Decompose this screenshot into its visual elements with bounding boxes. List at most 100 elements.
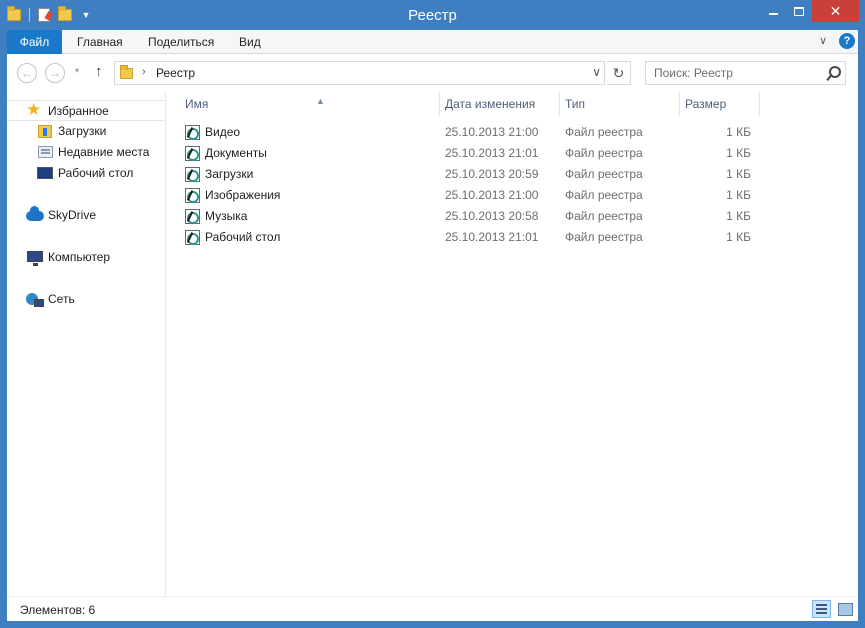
registry-file-icon xyxy=(185,146,200,161)
file-size: 1 КБ xyxy=(726,146,751,160)
column-header-date[interactable]: Дата изменения xyxy=(439,92,559,116)
breadcrumb-chevron-icon[interactable]: › xyxy=(142,66,146,78)
file-name: Видео xyxy=(205,125,241,139)
refresh-button[interactable]: ↻ xyxy=(607,61,631,85)
file-name: Рабочий стол xyxy=(205,230,281,244)
maximize-icon xyxy=(794,6,804,16)
nav-item-label: Недавние места xyxy=(58,145,150,159)
nav-item-label: Сеть xyxy=(48,292,75,306)
nav-item-skydrive[interactable]: SkyDrive xyxy=(7,205,165,226)
nav-item-label: Рабочий стол xyxy=(58,166,134,180)
minimize-icon xyxy=(768,13,778,15)
nav-item-label: Компьютер xyxy=(48,250,111,264)
search-icon[interactable] xyxy=(827,66,841,80)
folder-icon xyxy=(120,65,133,79)
status-bar: Элементов: 6 xyxy=(7,596,858,621)
sort-ascending-icon: ▲ xyxy=(316,96,325,106)
item-count: Элементов: 6 xyxy=(20,603,96,617)
registry-file-icon xyxy=(185,167,200,182)
file-size: 1 КБ xyxy=(726,188,751,202)
recent-places-icon xyxy=(38,146,53,158)
nav-item-label: SkyDrive xyxy=(48,208,97,222)
recent-locations-icon[interactable]: ▾ xyxy=(75,66,79,75)
file-list: Имя ▲ Дата изменения Тип Размер Видео 25… xyxy=(167,92,858,596)
table-row[interactable]: Документы 25.10.2013 21:01 Файл реестра … xyxy=(167,143,767,164)
navigation-bar: ← → ▾ ↑ › Реестр ∨ ↻ xyxy=(7,54,858,92)
registry-file-icon xyxy=(185,230,200,245)
table-row[interactable]: Видео 25.10.2013 21:00 Файл реестра 1 КБ xyxy=(167,122,767,143)
file-name: Загрузки xyxy=(205,167,254,181)
breadcrumb-item[interactable]: Реестр xyxy=(156,66,195,80)
up-button[interactable]: ↑ xyxy=(95,63,103,80)
file-date: 25.10.2013 21:00 xyxy=(445,188,539,202)
file-size: 1 КБ xyxy=(726,125,751,139)
address-dropdown-icon[interactable]: ∨ xyxy=(592,65,601,79)
downloads-icon xyxy=(38,125,52,138)
expand-ribbon-icon[interactable]: ∨ xyxy=(819,34,827,47)
column-header-type[interactable]: Тип xyxy=(559,92,679,116)
file-size: 1 КБ xyxy=(726,209,751,223)
table-row[interactable]: Загрузки 25.10.2013 20:59 Файл реестра 1… xyxy=(167,164,767,185)
file-type: Файл реестра xyxy=(565,125,643,139)
star-icon: ★ xyxy=(26,100,42,119)
desktop-icon xyxy=(37,167,53,179)
column-divider[interactable] xyxy=(759,92,760,116)
nav-item-label: Избранное xyxy=(48,104,109,118)
search-box[interactable] xyxy=(645,61,846,85)
file-type: Файл реестра xyxy=(565,167,643,181)
nav-item-favorites[interactable]: ★ Избранное xyxy=(7,100,165,121)
registry-file-icon xyxy=(185,209,200,224)
address-bar[interactable]: › Реестр ∨ xyxy=(114,61,605,85)
network-icon xyxy=(26,293,44,307)
file-date: 25.10.2013 21:01 xyxy=(445,146,539,160)
file-date: 25.10.2013 20:59 xyxy=(445,167,539,181)
file-type: Файл реестра xyxy=(565,209,643,223)
file-type: Файл реестра xyxy=(565,230,643,244)
forward-button[interactable]: → xyxy=(45,63,65,83)
minimize-button[interactable] xyxy=(760,0,786,22)
close-icon: ✕ xyxy=(829,2,842,19)
nav-item-label: Загрузки xyxy=(58,124,107,138)
tab-home[interactable]: Главная xyxy=(77,30,123,54)
table-row[interactable]: Музыка 25.10.2013 20:58 Файл реестра 1 К… xyxy=(167,206,767,227)
nav-item-recent-places[interactable]: Недавние места xyxy=(7,142,165,163)
file-size: 1 КБ xyxy=(726,167,751,181)
file-name: Изображения xyxy=(205,188,281,202)
column-header-label: Имя xyxy=(185,97,209,111)
file-size: 1 КБ xyxy=(726,230,751,244)
file-date: 25.10.2013 20:58 xyxy=(445,209,539,223)
nav-item-downloads[interactable]: Загрузки xyxy=(7,121,165,142)
content-area: ★ Избранное Загрузки Недавние места Рабо… xyxy=(7,92,858,596)
back-button[interactable]: ← xyxy=(17,63,37,83)
nav-item-computer[interactable]: Компьютер xyxy=(7,247,165,268)
ribbon-tabs: Файл Главная Поделиться Вид ∨ ? xyxy=(7,30,858,54)
tab-share[interactable]: Поделиться xyxy=(148,30,214,54)
nav-item-network[interactable]: Сеть xyxy=(7,289,165,310)
column-header-name[interactable]: Имя ▲ xyxy=(179,92,439,116)
file-date: 25.10.2013 21:00 xyxy=(445,125,539,139)
help-icon[interactable]: ? xyxy=(839,33,855,49)
registry-file-icon xyxy=(185,125,200,140)
file-name: Музыка xyxy=(205,209,248,223)
registry-file-icon xyxy=(185,188,200,203)
computer-icon xyxy=(27,251,43,266)
file-name: Документы xyxy=(205,146,267,160)
large-icons-view-icon[interactable] xyxy=(835,600,854,618)
details-view-icon[interactable] xyxy=(812,600,831,618)
tab-view[interactable]: Вид xyxy=(239,30,261,54)
title-bar: ▼ Реестр ✕ xyxy=(0,0,865,30)
nav-item-desktop[interactable]: Рабочий стол xyxy=(7,163,165,184)
column-header-size[interactable]: Размер xyxy=(679,92,759,116)
cloud-icon xyxy=(26,206,44,221)
navigation-pane: ★ Избранное Загрузки Недавние места Рабо… xyxy=(7,92,166,596)
file-date: 25.10.2013 21:01 xyxy=(445,230,539,244)
table-row[interactable]: Изображения 25.10.2013 21:00 Файл реестр… xyxy=(167,185,767,206)
maximize-button[interactable] xyxy=(786,0,812,22)
table-row[interactable]: Рабочий стол 25.10.2013 21:01 Файл реест… xyxy=(167,227,767,248)
close-button[interactable]: ✕ xyxy=(812,0,859,22)
tab-file[interactable]: Файл xyxy=(7,30,62,54)
file-type: Файл реестра xyxy=(565,146,643,160)
search-input[interactable] xyxy=(646,62,816,84)
window-title: Реестр xyxy=(408,7,457,24)
file-type: Файл реестра xyxy=(565,188,643,202)
